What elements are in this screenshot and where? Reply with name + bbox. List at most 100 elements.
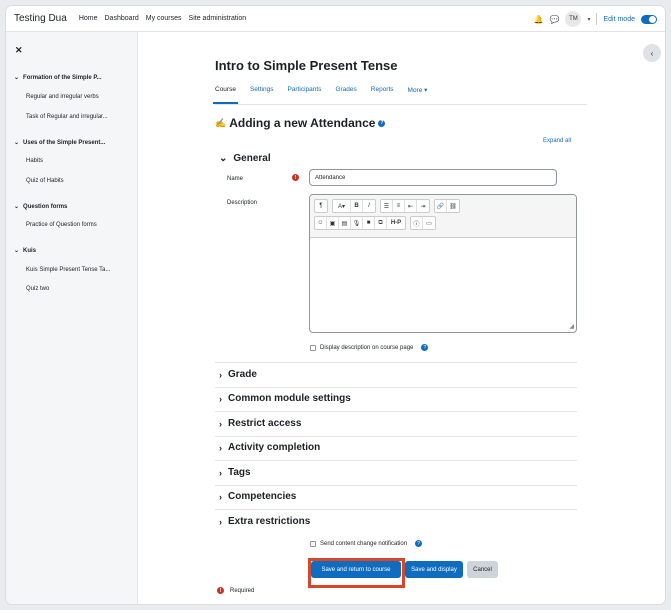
- sidebar-section-formation[interactable]: ⌄ Formation of the Simple P...: [14, 74, 102, 82]
- display-description-checkbox[interactable]: [310, 344, 316, 351]
- section-restrict-access-header[interactable]: › Restrict access: [219, 418, 301, 429]
- required-legend: ! Required: [217, 587, 254, 594]
- tab-reports[interactable]: Reports: [371, 86, 394, 104]
- send-notification-checkbox[interactable]: [310, 540, 316, 547]
- screenreader-icon[interactable]: ▭: [423, 217, 435, 229]
- name-input[interactable]: [309, 169, 557, 186]
- section-tags-header[interactable]: › Tags: [219, 467, 251, 478]
- send-notification-label: Send content change notification: [320, 540, 408, 547]
- section-title: Common module settings: [228, 393, 351, 404]
- editor-toolbar: ¶ A▾ B I ☰ ≡ ⇤ ⇥ 🔗 ⛓ ☺ ▣ ▤ 🎙 ■ ⧉ H-P ⓘ ▭: [310, 195, 576, 238]
- description-editor: ¶ A▾ B I ☰ ≡ ⇤ ⇥ 🔗 ⛓ ☺ ▣ ▤ 🎙 ■ ⧉ H-P ⓘ ▭…: [309, 194, 577, 333]
- sidebar-item-task-regular-irregular[interactable]: Task of Regular and irregular...: [26, 114, 108, 120]
- outdent-icon[interactable]: ⇤: [405, 200, 417, 212]
- avatar[interactable]: TM: [565, 11, 582, 27]
- save-display-button[interactable]: Save and display: [405, 561, 463, 578]
- media-icon[interactable]: ▤: [339, 217, 351, 229]
- record-audio-icon[interactable]: 🎙: [351, 217, 363, 229]
- chevron-down-icon: ⌄: [14, 140, 20, 146]
- sidebar-item-quiz-two[interactable]: Quiz two: [26, 286, 49, 292]
- help-icon[interactable]: ?: [415, 540, 423, 547]
- top-navbar: Testing Dua Home Dashboard My courses Si…: [6, 6, 665, 32]
- display-description-row: Display description on course page ?: [310, 344, 429, 351]
- h5p-icon[interactable]: H-P: [387, 217, 405, 229]
- editor-content-area[interactable]: [310, 238, 576, 332]
- required-label: Required: [230, 587, 255, 594]
- section-general-header[interactable]: ⌄ General: [219, 153, 271, 164]
- section-title: Restrict access: [228, 418, 302, 429]
- record-video-icon[interactable]: ■: [363, 217, 375, 229]
- paragraph-icon[interactable]: ¶: [315, 200, 327, 212]
- secondary-navigation: Course Settings Participants Grades Repo…: [213, 86, 428, 104]
- chat-icon[interactable]: 💬: [549, 15, 559, 24]
- section-title: Activity completion: [228, 442, 321, 453]
- display-description-label: Display description on course page: [320, 344, 414, 351]
- indent-icon[interactable]: ⇥: [417, 200, 429, 212]
- link-icon[interactable]: 🔗: [435, 200, 447, 212]
- sidebar-section-kuis[interactable]: ⌄ Kuis: [14, 247, 37, 255]
- italic-icon[interactable]: I: [363, 200, 375, 212]
- resize-handle-icon[interactable]: ◢: [569, 323, 574, 330]
- unlink-icon[interactable]: ⛓: [447, 200, 459, 212]
- sidebar-item-practice-question-forms[interactable]: Practice of Question forms: [26, 222, 97, 228]
- accessibility-icon[interactable]: ⓘ: [411, 217, 423, 229]
- chevron-left-icon: ‹: [650, 48, 654, 58]
- course-index-drawer: ✕ ⌄ Formation of the Simple P... Regular…: [6, 32, 138, 604]
- cancel-button[interactable]: Cancel: [467, 561, 498, 578]
- sidebar-item-regular-irregular-verbs[interactable]: Regular and irregular verbs: [26, 94, 99, 100]
- name-label: Name: [227, 176, 244, 182]
- font-style-icon[interactable]: A▾: [333, 200, 351, 212]
- bell-icon[interactable]: 🔔: [534, 15, 544, 24]
- chevron-right-icon: ›: [219, 516, 222, 527]
- help-icon[interactable]: ?: [421, 344, 429, 351]
- help-icon[interactable]: ?: [378, 119, 386, 127]
- tab-course[interactable]: Course: [213, 86, 238, 104]
- bold-icon[interactable]: B: [351, 200, 363, 212]
- tab-grades[interactable]: Grades: [335, 86, 356, 104]
- section-competencies-header[interactable]: › Competencies: [219, 491, 296, 502]
- section-divider: [215, 436, 577, 437]
- ordered-list-icon[interactable]: ≡: [393, 200, 405, 212]
- image-icon[interactable]: ▣: [327, 217, 339, 229]
- nav-home[interactable]: Home: [79, 15, 98, 22]
- chevron-right-icon: ›: [219, 491, 222, 502]
- emoji-icon[interactable]: ☺: [315, 217, 327, 229]
- nav-dashboard[interactable]: Dashboard: [105, 15, 139, 22]
- chevron-down-icon[interactable]: ▾: [587, 16, 590, 23]
- edit-mode-label: Edit mode: [603, 15, 635, 23]
- section-extra-restrictions-header[interactable]: › Extra restrictions: [219, 516, 310, 527]
- required-icon: !: [292, 174, 299, 181]
- sidebar-section-uses[interactable]: ⌄ Uses of the Simple Present...: [14, 139, 105, 147]
- close-drawer-icon[interactable]: ✕: [15, 45, 23, 56]
- chevron-down-icon: ⌄: [14, 75, 20, 81]
- expand-all-link[interactable]: Expand all: [543, 138, 571, 144]
- sidebar-item-kuis-simple-present[interactable]: Kuis Simple Present Tense Ta...: [26, 267, 111, 273]
- unordered-list-icon[interactable]: ☰: [381, 200, 393, 212]
- sidebar-section-title: Formation of the Simple P...: [23, 74, 102, 81]
- sidebar-item-habits[interactable]: Habits: [26, 158, 43, 164]
- section-title: Grade: [228, 369, 257, 380]
- section-title: Competencies: [228, 491, 297, 502]
- manage-files-icon[interactable]: ⧉: [375, 217, 387, 229]
- section-activity-completion-header[interactable]: › Activity completion: [219, 442, 320, 453]
- section-common-module-settings-header[interactable]: › Common module settings: [219, 393, 351, 404]
- description-label: Description: [227, 200, 258, 206]
- required-icon: !: [217, 587, 224, 594]
- nav-site-administration[interactable]: Site administration: [189, 15, 247, 22]
- open-block-drawer-button[interactable]: ‹: [643, 44, 661, 62]
- nav-my-courses[interactable]: My courses: [146, 15, 182, 22]
- tab-participants[interactable]: Participants: [287, 86, 321, 104]
- sidebar-section-title: Kuis: [23, 247, 37, 254]
- section-title: Tags: [228, 467, 251, 478]
- site-brand[interactable]: Testing Dua: [14, 13, 67, 24]
- chevron-down-icon: ⌄: [219, 153, 228, 164]
- sidebar-item-quiz-of-habits[interactable]: Quiz of Habits: [26, 178, 64, 184]
- sidebar-section-question-forms[interactable]: ⌄ Question forms: [14, 203, 67, 211]
- tab-more[interactable]: More ▾: [408, 86, 428, 104]
- section-divider: [215, 509, 577, 510]
- edit-mode-toggle[interactable]: [641, 14, 657, 24]
- chevron-down-icon: ⌄: [14, 204, 20, 210]
- section-title: General: [233, 153, 271, 164]
- tab-settings[interactable]: Settings: [250, 86, 274, 104]
- section-grade-header[interactable]: › Grade: [219, 369, 257, 380]
